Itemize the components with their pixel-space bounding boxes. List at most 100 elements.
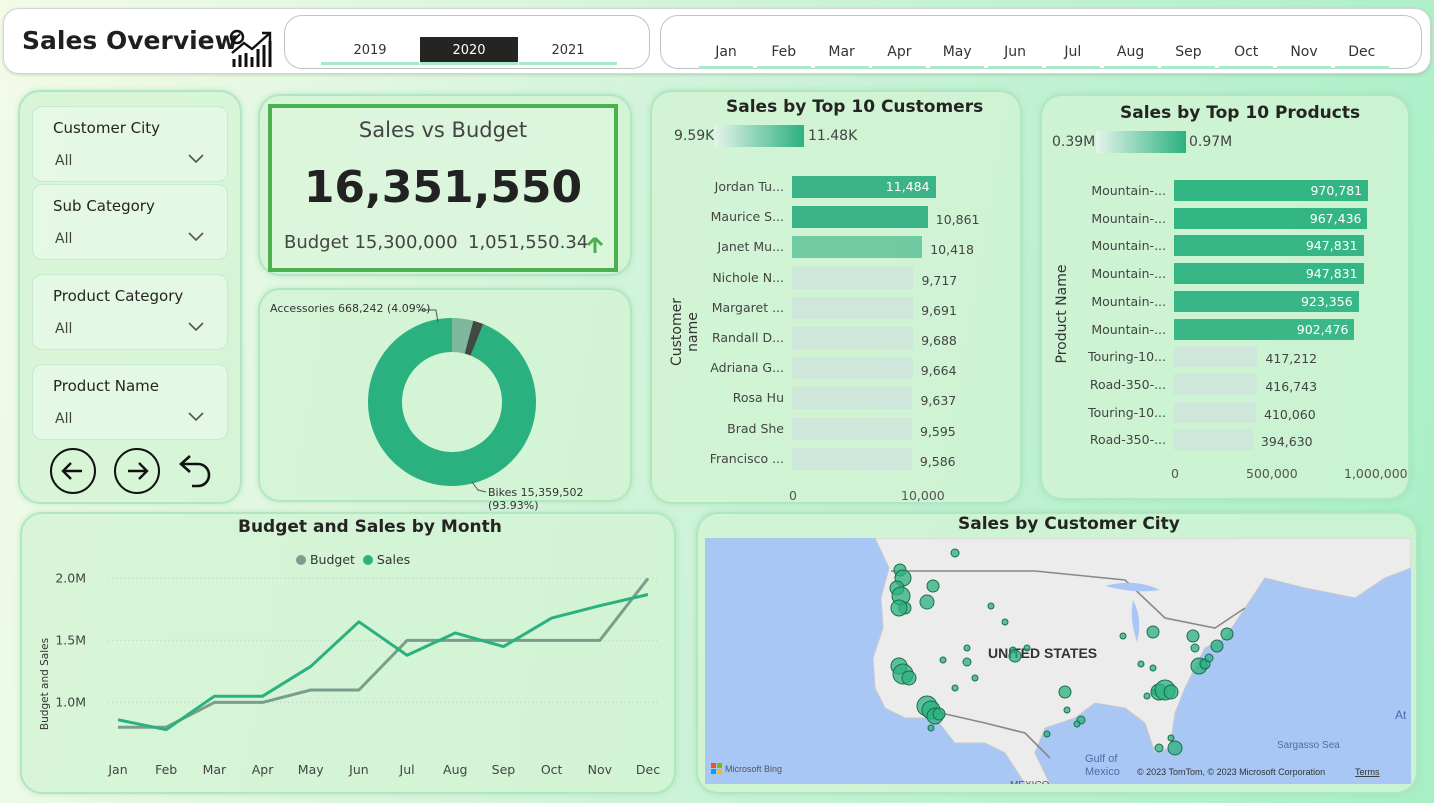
city-bubble[interactable]: [951, 684, 959, 692]
sales-map[interactable]: UNITED STATES Gulf of Mexico Sargasso Se…: [705, 538, 1411, 784]
city-bubble[interactable]: [927, 724, 935, 732]
month-button-may[interactable]: May: [930, 37, 985, 69]
map-title: Sales by Customer City: [958, 514, 1180, 534]
city-bubble[interactable]: [1204, 653, 1214, 663]
x-axis-tick: Dec: [636, 762, 660, 777]
filter-product-name[interactable]: Product Name All: [32, 364, 228, 440]
city-bubble[interactable]: [1210, 639, 1224, 653]
city-bubble[interactable]: [987, 602, 995, 610]
line-series-sales[interactable]: [117, 593, 649, 732]
month-button-aug[interactable]: Aug: [1103, 37, 1158, 69]
month-button-feb[interactable]: Feb: [756, 37, 811, 69]
month-button-jan[interactable]: Jan: [699, 37, 753, 69]
y-axis-tick: 2.0M: [55, 570, 86, 585]
city-bubble[interactable]: [1008, 649, 1022, 663]
bar-category-label: Road-350-...: [1089, 432, 1166, 448]
city-bubble[interactable]: [932, 707, 946, 721]
forward-button[interactable]: [114, 448, 160, 494]
x-axis-tick: 10,000: [901, 488, 945, 503]
products-chart-title: Sales by Top 10 Products: [1120, 103, 1361, 123]
year-button-2019[interactable]: 2019: [321, 37, 419, 65]
city-bubble[interactable]: [1137, 660, 1145, 668]
year-button-2020[interactable]: 2020: [420, 37, 518, 65]
budget-sales-line-card: Budget and Sales by Month Budget Sales B…: [20, 512, 676, 794]
city-bubble[interactable]: [1146, 625, 1160, 639]
city-bubble[interactable]: [962, 657, 972, 667]
x-axis-tick: Feb: [155, 762, 177, 777]
bar-value-label: 902,476: [1296, 321, 1349, 337]
city-bubble[interactable]: [950, 548, 960, 558]
chevron-down-icon: [188, 232, 204, 242]
month-button-jul[interactable]: Jul: [1045, 37, 1100, 69]
city-bubble[interactable]: [901, 670, 917, 686]
month-button-mar[interactable]: Mar: [814, 37, 869, 69]
city-bubble[interactable]: [919, 594, 935, 610]
bar[interactable]: [792, 236, 923, 259]
x-axis-tick: Jun: [348, 762, 369, 777]
back-button[interactable]: [50, 448, 96, 494]
city-bubble[interactable]: [1190, 643, 1200, 653]
city-bubble[interactable]: [926, 579, 940, 593]
city-bubble[interactable]: [1186, 629, 1200, 643]
city-bubble[interactable]: [1220, 627, 1234, 641]
month-button-nov[interactable]: Nov: [1277, 37, 1331, 69]
city-bubble[interactable]: [971, 674, 979, 682]
bar[interactable]: [792, 327, 914, 349]
month-button-dec[interactable]: Dec: [1334, 37, 1389, 69]
arrow-up-icon: [586, 236, 604, 253]
city-bubble[interactable]: [1073, 720, 1081, 728]
filter-panel: Customer City All Sub Category All Product C…: [18, 90, 242, 504]
bar[interactable]: [792, 206, 928, 229]
city-bubble[interactable]: [939, 656, 947, 664]
header-bar: Sales Overview 2019 2020 2021 Jan Feb Mar Apr…: [3, 8, 1431, 74]
city-bubble[interactable]: [1149, 664, 1157, 672]
city-bubble[interactable]: [1063, 706, 1071, 714]
city-bubble[interactable]: [1163, 684, 1179, 700]
city-bubble[interactable]: [1167, 734, 1175, 742]
bar-category-label: Mountain-...: [1091, 293, 1166, 309]
month-button-oct[interactable]: Oct: [1219, 37, 1274, 69]
city-bubble[interactable]: [890, 599, 908, 617]
bar[interactable]: [1174, 401, 1256, 423]
city-bubble[interactable]: [1001, 618, 1009, 626]
map-terms-link[interactable]: Terms: [1355, 767, 1380, 777]
city-bubble[interactable]: [1058, 685, 1072, 699]
bar-value-label: 923,356: [1300, 293, 1353, 309]
city-bubble[interactable]: [1119, 632, 1127, 640]
bar-value-label: 11,484: [885, 179, 930, 194]
undo-icon[interactable]: [176, 450, 216, 492]
map-ocean-label: At: [1395, 708, 1407, 722]
bar-value-label: 9,586: [919, 453, 956, 469]
city-bubble[interactable]: [1043, 730, 1051, 738]
city-bubble[interactable]: [1023, 644, 1031, 652]
bar[interactable]: [792, 447, 912, 470]
bar[interactable]: [792, 417, 912, 440]
filter-sub-category[interactable]: Sub Category All: [32, 184, 228, 260]
month-button-sep[interactable]: Sep: [1161, 37, 1216, 69]
bar[interactable]: [792, 266, 914, 289]
month-button-apr[interactable]: Apr: [872, 37, 927, 69]
city-bubble[interactable]: [1167, 740, 1183, 756]
year-button-2021[interactable]: 2021: [519, 37, 617, 65]
bar[interactable]: [792, 357, 913, 380]
arrow-left-icon: [61, 462, 82, 480]
month-button-jun[interactable]: Jun: [988, 37, 1042, 69]
bar[interactable]: [1174, 346, 1258, 368]
filter-customer-city[interactable]: Customer City All: [32, 106, 228, 182]
city-bubble[interactable]: [1154, 743, 1164, 753]
bar[interactable]: [792, 387, 913, 410]
line-series-budget[interactable]: [118, 577, 650, 729]
x-axis-tick: Oct: [541, 762, 563, 777]
bar[interactable]: [792, 296, 914, 319]
bar-category-label: Brad She: [727, 420, 784, 436]
bar-category-label: Mountain-...: [1091, 321, 1166, 337]
bar[interactable]: [1174, 429, 1253, 451]
bar-value-label: 9,637: [920, 393, 957, 409]
filter-product-category[interactable]: Product Category All: [32, 274, 228, 350]
map-sea-label: Sargasso Sea: [1277, 740, 1340, 751]
city-bubble[interactable]: [1143, 692, 1151, 700]
x-axis-tick: Apr: [252, 762, 274, 777]
bar[interactable]: [1174, 373, 1258, 395]
x-axis-tick: Sep: [492, 762, 516, 777]
city-bubble[interactable]: [963, 644, 971, 652]
